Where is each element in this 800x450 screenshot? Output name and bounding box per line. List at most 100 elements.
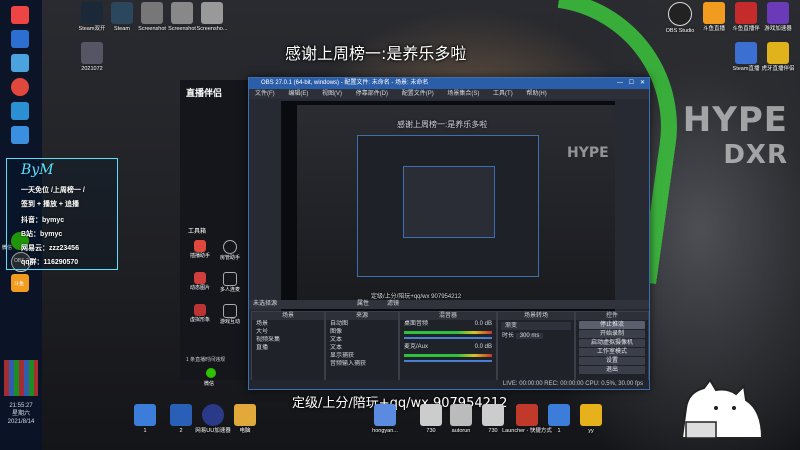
source-item[interactable]: 图像 <box>326 328 398 336</box>
filters-button[interactable]: 滤镜 <box>387 300 399 309</box>
volume-slider-mic[interactable] <box>404 360 492 362</box>
scene-item[interactable]: 直播 <box>252 344 324 352</box>
info-line-3: 抖音：bymyc <box>21 217 65 224</box>
netease-icon[interactable] <box>11 78 29 96</box>
mixer-track-desktop: 桌面音频 0.0 dB <box>400 320 496 328</box>
audio-meter-mic <box>404 354 492 357</box>
violation-notice[interactable]: 1 条直播时间违规 <box>186 356 225 363</box>
tool-dynamic-image[interactable]: 动态图片 <box>188 272 212 291</box>
virtual-camera-button[interactable]: 启动虚拟摄像机 <box>579 339 645 347</box>
toolbox-label: 工具箱 <box>188 229 207 235</box>
top-banner-text: 感谢上周榜一:是养乐多啦 <box>285 44 467 63</box>
desktop-icon-huya[interactable]: 虎牙直播伴侣 <box>748 42 800 73</box>
cat-eye <box>732 406 736 410</box>
tool-multi-mic[interactable]: 多人连麦 <box>218 272 242 293</box>
transition-duration-row: 时长 300 ms <box>498 332 574 340</box>
controls-dock: 控件 停止推流 开始录制 启动虚拟摄像机 工作室模式 设置 退出 <box>575 311 649 381</box>
start-icon[interactable] <box>11 6 29 24</box>
audio-meter-desktop <box>404 331 492 334</box>
desktop-icon-game-accelerator[interactable]: 游戏加速器 <box>748 2 800 33</box>
game-icon <box>223 304 237 318</box>
clock-time: 21:55:27 <box>9 403 33 409</box>
mic-icon <box>223 272 237 286</box>
menu-profile[interactable]: 配置文件(P) <box>402 91 434 97</box>
nested-obs-preview-2 <box>403 166 495 238</box>
no-source-label: 未选择源 <box>253 301 278 307</box>
desktop-icon-yy[interactable]: yy <box>566 404 616 435</box>
bongo-cat-overlay <box>680 378 764 439</box>
transition-duration-input[interactable]: 300 ms <box>515 333 544 339</box>
clock-weekday: 星期六 <box>11 411 30 417</box>
menu-tools[interactable]: 工具(T) <box>493 91 513 97</box>
app-icon-2[interactable] <box>11 126 29 144</box>
obs-titlebar[interactable]: OBS 27.0.1 (64-bit, windows) - 配置文件: 未命名… <box>249 78 649 89</box>
tool-avatar[interactable]: 虚拟形象 <box>188 304 212 323</box>
transitions-dock-title: 场景转场 <box>498 312 574 320</box>
clock[interactable]: 21:55:27 星期六 2021/8/14 <box>0 402 42 426</box>
desktop-icon-computer[interactable]: 电脑 <box>220 404 270 435</box>
scenes-dock-title: 场景 <box>252 312 324 320</box>
source-item[interactable]: 音频输入捕获 <box>326 360 398 368</box>
avatar-icon <box>194 304 206 316</box>
info-box-title: ByM <box>21 162 54 178</box>
maximize-icon[interactable]: ☐ <box>629 78 634 89</box>
exit-button[interactable]: 退出 <box>579 366 645 374</box>
sources-dock-title: 来源 <box>326 312 398 320</box>
stop-streaming-button[interactable]: 停止推流 <box>579 321 645 329</box>
info-line-5: 网易云：zzz23456 <box>21 245 79 252</box>
system-tray-icons[interactable] <box>4 360 38 396</box>
preview-banner-bottom: 定级/上分/陪玩+qq/wx 907954212 <box>371 294 462 300</box>
preview-banner-top: 感谢上周榜一:是养乐多啦 <box>397 120 488 129</box>
clock-date: 2021/8/14 <box>7 419 35 425</box>
wallpaper-brand-text-2: DXR <box>723 140 788 170</box>
task-view-icon[interactable] <box>11 54 29 72</box>
info-line-1: 一天免位 /上周榜一 / <box>21 187 85 194</box>
streamer-app-window: 直播伴侣 工具箱 插播助手 房管助手 动态图片 多人连麦 虚拟形象 游戏互动 1… <box>180 80 250 387</box>
obs-menu-bar: 文件(F) 编辑(E) 视图(V) 停靠部件(D) 配置文件(P) 场景集合(S… <box>249 89 649 99</box>
scene-item[interactable]: 大号 <box>252 328 324 336</box>
menu-docks[interactable]: 停靠部件(D) <box>356 91 388 97</box>
source-item[interactable]: 显示捕获 <box>326 352 398 360</box>
source-item[interactable]: 自动图 <box>326 320 398 328</box>
source-item[interactable]: 文本 <box>326 344 398 352</box>
wechat-label: 微信 <box>204 381 215 387</box>
cat-keyboard <box>685 421 717 439</box>
obs-preview-image: 感谢上周榜一:是养乐多啦 定级/上分/陪玩+qq/wx 907954212 HY… <box>297 105 615 301</box>
scene-item[interactable]: 场景 <box>252 320 324 328</box>
start-recording-button[interactable]: 开始录制 <box>579 330 645 338</box>
tool-admin-helper[interactable]: 房管助手 <box>218 240 242 261</box>
taskbar-label-douyu: 斗鱼 <box>14 281 25 287</box>
controls-dock-title: 控件 <box>576 312 648 320</box>
transitions-dock: 场景转场 渐变 时长 300 ms <box>497 311 575 381</box>
minimize-icon[interactable]: — <box>617 78 623 89</box>
close-icon[interactable]: ✕ <box>640 78 645 89</box>
tool-insert-helper[interactable]: 插播助手 <box>188 240 212 259</box>
tool-game-interact[interactable]: 游戏互动 <box>218 304 242 325</box>
desktop-icon-screenshot-3[interactable]: Screensho... <box>182 2 242 33</box>
desktop-icon-screenshot-4[interactable]: 2021072 <box>62 42 122 73</box>
wechat-icon-app[interactable] <box>206 368 216 378</box>
streamer-app-logo: 直播伴侣 <box>186 88 223 98</box>
mixer-level: 0.0 dB <box>474 344 492 350</box>
menu-view[interactable]: 视图(V) <box>322 91 342 97</box>
settings-button[interactable]: 设置 <box>579 357 645 365</box>
user-icon <box>223 240 237 254</box>
menu-edit[interactable]: 编辑(E) <box>288 91 308 97</box>
menu-file[interactable]: 文件(F) <box>255 91 275 97</box>
transition-type-select[interactable]: 渐变 <box>501 322 571 330</box>
app-icon[interactable] <box>11 102 29 120</box>
studio-mode-button[interactable]: 工作室模式 <box>579 348 645 356</box>
volume-slider-desktop[interactable] <box>404 337 492 339</box>
desktop-icon-hongyan[interactable]: hongyan... <box>360 404 410 435</box>
info-line-2: 签到 + 播放 + 追播 <box>21 201 79 208</box>
menu-scene-collection[interactable]: 场景集合(S) <box>447 91 479 97</box>
search-icon[interactable] <box>11 30 29 48</box>
info-line-6: qq群：116290570 <box>21 259 79 266</box>
info-line-4: B站：bymyc <box>21 231 63 238</box>
source-item[interactable]: 文本 <box>326 336 398 344</box>
properties-button[interactable]: 属性 <box>357 300 369 309</box>
mixer-level: 0.0 dB <box>474 321 492 327</box>
menu-help[interactable]: 帮助(H) <box>526 91 546 97</box>
scene-item[interactable]: 视频采集 <box>252 336 324 344</box>
mixer-dock: 混音器 桌面音频 0.0 dB 麦克/Aux 0.0 dB <box>399 311 497 381</box>
